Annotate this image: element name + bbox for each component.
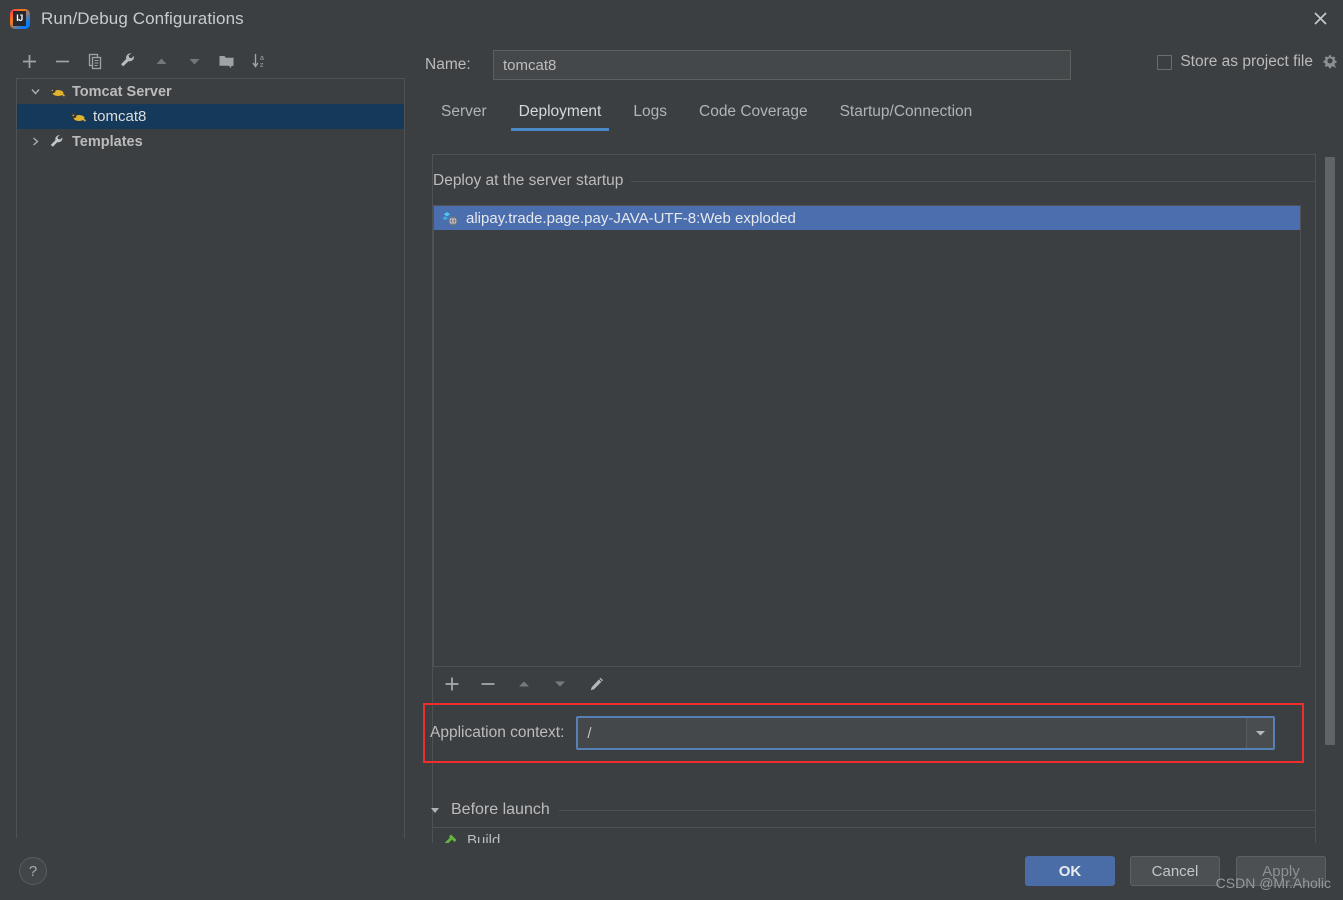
new-folder-icon[interactable] (216, 50, 238, 72)
minus-icon[interactable] (478, 674, 498, 694)
application-context-combobox[interactable] (576, 716, 1276, 750)
chevron-down-icon[interactable] (27, 84, 43, 100)
list-item[interactable]: alipay.trade.page.pay-JAVA-UTF-8:Web exp… (434, 206, 1300, 230)
header-divider (631, 180, 1315, 182)
help-button[interactable]: ? (19, 857, 47, 885)
minus-icon[interactable] (51, 50, 73, 72)
titlebar: Run/Debug Configurations (0, 0, 1343, 37)
tab-code-coverage[interactable]: Code Coverage (683, 103, 824, 131)
header-divider (558, 809, 1315, 811)
before-launch-header[interactable]: Before launch (428, 799, 1315, 821)
build-hammer-icon (442, 832, 460, 843)
tab-logs[interactable]: Logs (617, 103, 683, 131)
application-context-label: Application context: (430, 724, 565, 741)
tree-item-templates[interactable]: Templates (17, 129, 404, 154)
arrow-up-icon[interactable] (514, 674, 534, 694)
tomcat-icon (69, 109, 87, 125)
scrollbar-thumb[interactable] (1325, 157, 1335, 745)
wrench-icon[interactable] (117, 50, 139, 72)
svg-text:a: a (260, 55, 264, 62)
before-launch-item-label: Build (467, 831, 501, 844)
sort-az-icon[interactable]: a z (249, 50, 271, 72)
window-title: Run/Debug Configurations (41, 8, 244, 28)
before-launch-label: Before launch (451, 801, 550, 818)
svg-text:z: z (260, 62, 264, 69)
tab-startup-connection[interactable]: Startup/Connection (824, 103, 989, 131)
before-launch-list[interactable]: Build (432, 827, 1316, 843)
deploy-at-startup-header: Deploy at the server startup (433, 171, 1315, 191)
copy-icon[interactable] (84, 50, 106, 72)
list-item-label: alipay.trade.page.pay-JAVA-UTF-8:Web exp… (466, 209, 796, 227)
tree-item-label: tomcat8 (93, 108, 147, 125)
tree-item-tomcat-server[interactable]: Tomcat Server (17, 79, 404, 104)
tree-item-label: Tomcat Server (72, 83, 172, 100)
cancel-button[interactable]: Cancel (1130, 856, 1220, 886)
triangle-down-icon[interactable] (428, 803, 442, 817)
chevron-down-icon[interactable] (1246, 718, 1274, 748)
store-as-project-file-label: Store as project file (1180, 53, 1313, 70)
list-item[interactable]: Build (433, 828, 1315, 843)
artifact-icon (441, 210, 460, 226)
tree-item-tomcat8[interactable]: tomcat8 (17, 104, 404, 129)
configurations-sidebar: a z Tomcat Server tomcat8 Templates (0, 37, 420, 843)
vertical-scrollbar[interactable] (1325, 157, 1335, 857)
close-icon[interactable] (1297, 0, 1343, 37)
intellij-idea-logo-icon (10, 8, 30, 29)
deployment-artifact-list[interactable]: alipay.trade.page.pay-JAVA-UTF-8:Web exp… (433, 205, 1301, 667)
tomcat-icon (48, 84, 66, 100)
deploy-at-startup-label: Deploy at the server startup (433, 172, 624, 189)
tab-deployment[interactable]: Deployment (503, 103, 618, 131)
plus-icon[interactable] (18, 50, 40, 72)
ok-button[interactable]: OK (1025, 856, 1115, 886)
gear-icon[interactable] (1321, 54, 1338, 71)
wrench-icon (48, 134, 66, 150)
tree-item-label: Templates (72, 133, 143, 150)
tab-server[interactable]: Server (425, 103, 503, 131)
artifact-list-toolbar (433, 669, 1301, 699)
arrow-up-icon[interactable] (150, 50, 172, 72)
configuration-tabs[interactable]: Server Deployment Logs Code Coverage Sta… (425, 95, 1338, 131)
plus-icon[interactable] (442, 674, 462, 694)
name-label: Name: (425, 56, 471, 73)
configuration-editor-pane: Name: Store as project file Server Deplo… (420, 37, 1343, 858)
store-as-project-file-checkbox[interactable] (1157, 54, 1173, 70)
configurations-tree[interactable]: Tomcat Server tomcat8 Templates (16, 78, 405, 838)
pencil-icon[interactable] (586, 674, 606, 694)
chevron-right-icon[interactable] (27, 134, 43, 150)
arrow-down-icon[interactable] (183, 50, 205, 72)
store-as-project-file-row[interactable]: Store as project file (1157, 53, 1338, 71)
watermark: CSDN @Mr.Aholic (1215, 875, 1331, 891)
arrow-down-icon[interactable] (550, 674, 570, 694)
sidebar-toolbar: a z (0, 44, 420, 78)
application-context-row: Application context: (430, 715, 1296, 751)
application-context-input[interactable] (578, 718, 1247, 748)
run-debug-configurations-dialog: Run/Debug Configurations (0, 0, 1343, 900)
name-input[interactable] (493, 50, 1071, 80)
